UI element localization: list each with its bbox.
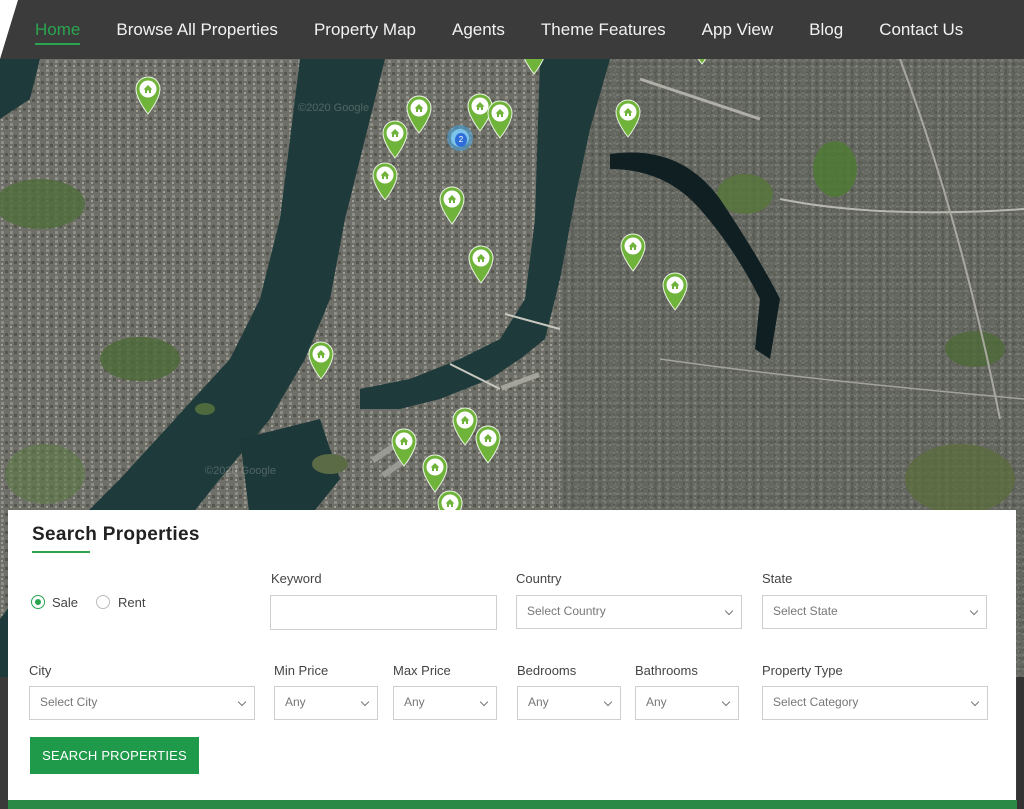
- house-pin-icon: [475, 425, 501, 464]
- bedrooms-select[interactable]: Any: [517, 686, 621, 720]
- panel-footer-bar: [8, 800, 1017, 809]
- house-pin-icon: [372, 162, 398, 201]
- keyword-label: Keyword: [271, 571, 322, 586]
- state-label: State: [762, 571, 793, 586]
- house-pin-icon: [391, 428, 417, 467]
- property-marker[interactable]: [390, 427, 418, 467]
- top-nav: Home Browse All Properties Property Map …: [0, 0, 1024, 59]
- panel-title: Search Properties: [32, 524, 200, 545]
- bedrooms-value: Any: [528, 695, 549, 709]
- max-price-label: Max Price: [393, 663, 451, 678]
- nav-contact-us[interactable]: Contact Us: [861, 3, 981, 57]
- property-marker[interactable]: [421, 453, 449, 493]
- house-pin-icon: [308, 341, 334, 380]
- min-price-select[interactable]: Any: [274, 686, 378, 720]
- bedrooms-label: Bedrooms: [517, 663, 577, 678]
- radio-sale-label: Sale: [52, 595, 79, 610]
- house-pin-icon: [662, 272, 688, 311]
- property-type-select[interactable]: Select Category: [762, 686, 988, 720]
- max-price-select[interactable]: Any: [393, 686, 497, 720]
- property-marker[interactable]: [467, 244, 495, 284]
- chevron-down-icon: [721, 697, 731, 707]
- max-price-value: Any: [404, 695, 425, 709]
- country-select[interactable]: Select Country: [516, 595, 742, 629]
- city-value: Select City: [40, 695, 98, 709]
- chevron-down-icon: [970, 697, 980, 707]
- radio-rent[interactable]: [96, 595, 110, 609]
- property-marker[interactable]: [371, 161, 399, 201]
- min-price-value: Any: [285, 695, 306, 709]
- title-underline: [32, 551, 90, 553]
- state-select[interactable]: Select State: [762, 595, 987, 629]
- property-marker[interactable]: [520, 59, 548, 75]
- logo[interactable]: [0, 0, 18, 59]
- min-price-label: Min Price: [274, 663, 329, 678]
- property-marker[interactable]: [405, 94, 433, 134]
- chevron-down-icon: [603, 697, 613, 707]
- nav-blog[interactable]: Blog: [791, 3, 861, 57]
- chevron-down-icon: [360, 697, 370, 707]
- chevron-down-icon: [969, 606, 979, 616]
- search-properties-panel: Search Properties Sale Rent Keyword Coun…: [8, 510, 1016, 800]
- house-pin-icon: [422, 454, 448, 493]
- property-marker[interactable]: [661, 271, 689, 311]
- property-type-value: Select Category: [773, 695, 859, 709]
- city-label: City: [29, 663, 52, 678]
- page-edge: [1017, 677, 1024, 809]
- chevron-down-icon: [237, 697, 247, 707]
- bathrooms-select[interactable]: Any: [635, 686, 739, 720]
- radio-sale[interactable]: [31, 595, 45, 609]
- property-marker[interactable]: [474, 424, 502, 464]
- property-type-label: Property Type: [762, 663, 843, 678]
- property-marker[interactable]: [307, 340, 335, 380]
- bathrooms-label: Bathrooms: [635, 663, 698, 678]
- search-properties-button[interactable]: SEARCH PROPERTIES: [30, 737, 199, 774]
- cluster-count: 2: [455, 133, 467, 147]
- property-marker[interactable]: [619, 232, 647, 272]
- nav-app-view[interactable]: App View: [684, 3, 792, 57]
- property-marker[interactable]: [614, 98, 642, 138]
- house-pin-icon: [468, 245, 494, 284]
- nav-property-map[interactable]: Property Map: [296, 3, 434, 57]
- nav-menu: Home Browse All Properties Property Map …: [17, 0, 981, 59]
- map-watermark: ©2020 Google: [205, 465, 277, 477]
- house-pin-icon: [697, 59, 707, 65]
- bathrooms-value: Any: [646, 695, 667, 709]
- nav-home[interactable]: Home: [17, 3, 98, 57]
- chevron-down-icon: [724, 606, 734, 616]
- house-pin-icon: [487, 100, 513, 139]
- house-pin-icon: [620, 233, 646, 272]
- radio-rent-label: Rent: [118, 595, 146, 610]
- property-marker[interactable]: [688, 59, 716, 65]
- property-marker[interactable]: [134, 75, 162, 115]
- nav-browse-all-properties[interactable]: Browse All Properties: [98, 3, 296, 57]
- keyword-input[interactable]: [270, 595, 497, 630]
- house-pin-icon: [615, 99, 641, 138]
- house-pin-icon: [524, 59, 544, 75]
- marker-cluster[interactable]: 2: [443, 121, 477, 155]
- house-pin-icon: [135, 76, 161, 115]
- country-value: Select Country: [527, 604, 606, 618]
- country-label: Country: [516, 571, 562, 586]
- state-value: Select State: [773, 604, 838, 618]
- house-pin-icon: [382, 120, 408, 159]
- chevron-down-icon: [479, 697, 489, 707]
- nav-theme-features[interactable]: Theme Features: [523, 3, 684, 57]
- property-marker[interactable]: [381, 119, 409, 159]
- property-marker[interactable]: [486, 99, 514, 139]
- property-marker[interactable]: [438, 185, 466, 225]
- house-pin-icon: [406, 95, 432, 134]
- city-select[interactable]: Select City: [29, 686, 255, 720]
- nav-agents[interactable]: Agents: [434, 3, 523, 57]
- map-watermark: ©2020 Google: [298, 102, 370, 114]
- house-pin-icon: [439, 186, 465, 225]
